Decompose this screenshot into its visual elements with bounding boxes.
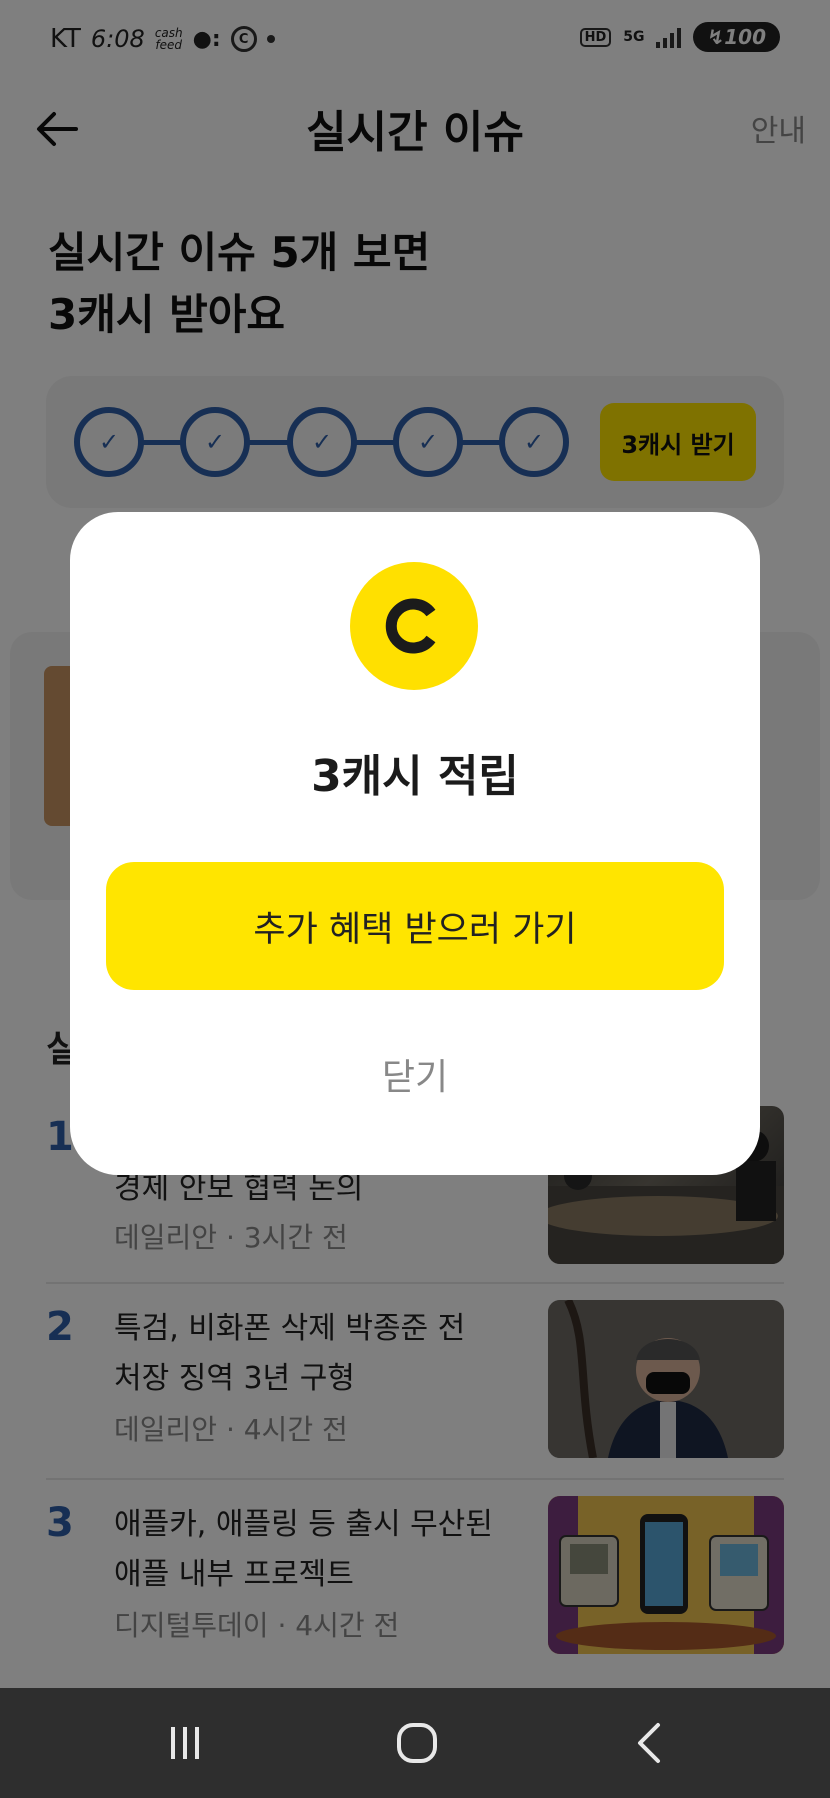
cash-coin-icon (350, 562, 478, 690)
home-icon[interactable] (387, 1718, 447, 1768)
system-nav-bar (0, 1688, 830, 1798)
coin-letter-c-icon (385, 598, 436, 654)
extra-benefits-button[interactable]: 추가 혜택 받으러 가기 (106, 862, 724, 990)
recent-apps-icon[interactable] (155, 1718, 215, 1768)
back-nav-icon[interactable] (620, 1718, 680, 1768)
modal-title: 3캐시 적립 (311, 751, 519, 802)
close-button[interactable]: 닫기 (70, 1048, 760, 1100)
reward-modal: 3캐시 적립 추가 혜택 받으러 가기 닫기 (70, 512, 760, 1175)
